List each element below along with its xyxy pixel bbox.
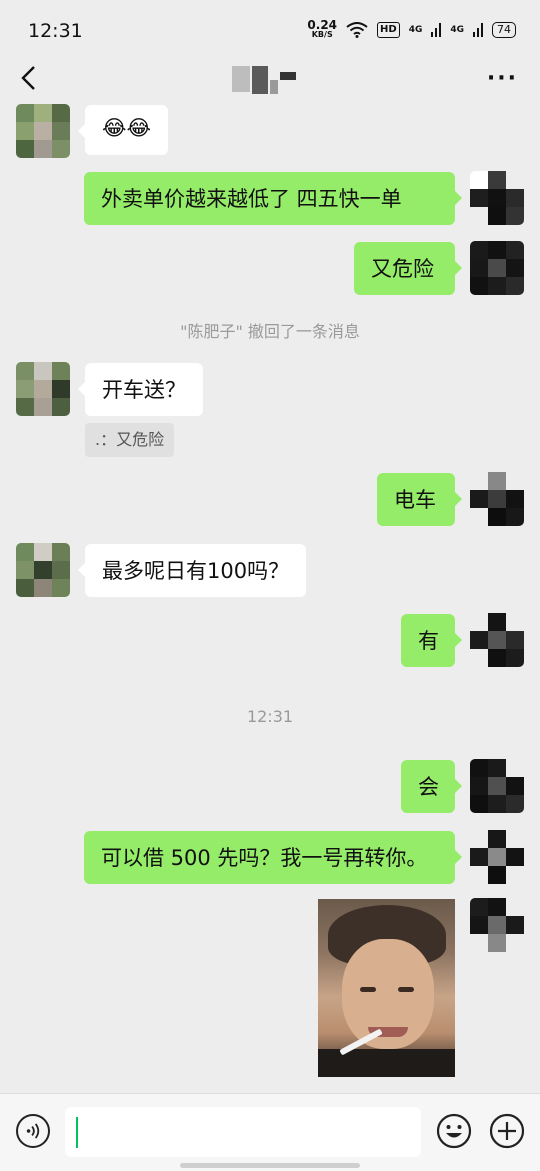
message-bubble-outgoing[interactable]: 会 bbox=[401, 760, 462, 813]
emoji-icon[interactable] bbox=[436, 1113, 472, 1149]
quoted-reply[interactable]: .：又危险 bbox=[85, 423, 175, 457]
battery-icon: 74 bbox=[492, 22, 516, 38]
recall-notice: "陈肥子" 撤回了一条消息 bbox=[180, 322, 360, 341]
home-indicator[interactable] bbox=[180, 1163, 360, 1168]
avatar-self[interactable] bbox=[470, 830, 524, 884]
message-bubble-outgoing[interactable]: 可以借 500 先吗？我一号再转你。 bbox=[84, 831, 462, 884]
avatar-contact[interactable] bbox=[16, 543, 70, 597]
message-input[interactable] bbox=[65, 1107, 421, 1157]
message-bubble-incoming[interactable]: 最多呢日有100吗？ bbox=[77, 544, 307, 597]
message-bubble-outgoing[interactable]: 又危险 bbox=[354, 242, 462, 295]
net-speed: 0.24 KB/S bbox=[307, 18, 338, 40]
avatar-contact[interactable] bbox=[16, 362, 70, 416]
hd-icon: HD bbox=[377, 22, 400, 38]
net-speed-unit: KB/S bbox=[311, 30, 333, 39]
status-time: 12:31 bbox=[28, 20, 83, 42]
message-bubble-outgoing[interactable]: 有 bbox=[401, 614, 462, 667]
signal-4g-icon: 4G bbox=[408, 25, 423, 35]
message-bubble-incoming[interactable]: 😂😂 bbox=[77, 105, 169, 155]
avatar-self[interactable] bbox=[470, 759, 524, 813]
back-arrow-icon[interactable] bbox=[14, 62, 46, 94]
message-bubble-outgoing[interactable]: 外卖单价越来越低了 四五快一单 bbox=[84, 172, 462, 225]
input-bar bbox=[0, 1093, 540, 1171]
avatar-self[interactable] bbox=[470, 898, 524, 952]
avatar-self[interactable] bbox=[470, 472, 524, 526]
avatar-self[interactable] bbox=[470, 171, 524, 225]
text-caret bbox=[76, 1117, 78, 1148]
signal-bars-icon-2 bbox=[473, 23, 483, 37]
signal-4g-icon-2: 4G bbox=[450, 25, 464, 35]
avatar-contact[interactable] bbox=[16, 104, 70, 158]
voice-icon[interactable] bbox=[16, 1114, 50, 1148]
status-icons: 0.24 KB/S HD 4G 4G 74 bbox=[307, 18, 516, 40]
chat-timestamp: 12:31 bbox=[246, 707, 294, 726]
message-bubble-outgoing[interactable]: 电车 bbox=[377, 473, 462, 526]
chat-header: ··· bbox=[0, 52, 540, 108]
chat-title-redacted bbox=[232, 66, 302, 94]
wifi-icon bbox=[346, 22, 368, 38]
message-bubble-incoming[interactable]: 开车送？ bbox=[78, 363, 203, 416]
more-dots-icon[interactable]: ··· bbox=[487, 66, 518, 91]
plus-icon[interactable] bbox=[489, 1113, 525, 1149]
net-speed-value: 0.24 bbox=[307, 18, 338, 32]
sent-photo[interactable] bbox=[318, 899, 455, 1077]
avatar-self[interactable] bbox=[470, 241, 524, 295]
avatar-self[interactable] bbox=[470, 613, 524, 667]
signal-bars-icon bbox=[431, 23, 442, 37]
